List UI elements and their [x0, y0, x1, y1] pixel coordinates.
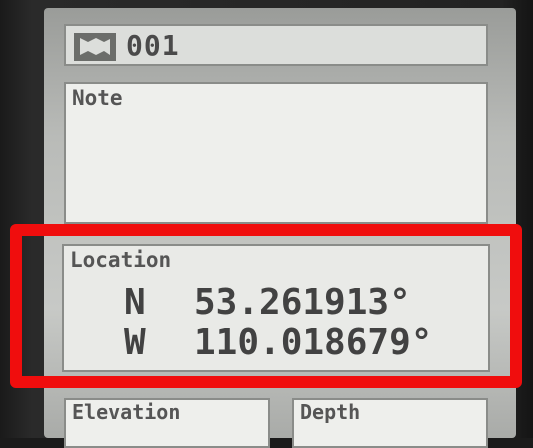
- flag-icon[interactable]: [74, 33, 116, 61]
- elevation-field[interactable]: Elevation: [64, 398, 270, 448]
- note-label: Note: [72, 86, 123, 110]
- depth-field[interactable]: Depth: [292, 398, 488, 448]
- location-highlight-box: [10, 224, 522, 388]
- note-field[interactable]: Note: [64, 82, 488, 224]
- elevation-label: Elevation: [72, 400, 181, 424]
- waypoint-name-field[interactable]: 001: [64, 24, 488, 66]
- waypoint-name: 001: [126, 29, 180, 62]
- depth-label: Depth: [300, 400, 361, 424]
- gps-device: 001 Note Location N 53.261913° W 110.01867…: [0, 0, 533, 448]
